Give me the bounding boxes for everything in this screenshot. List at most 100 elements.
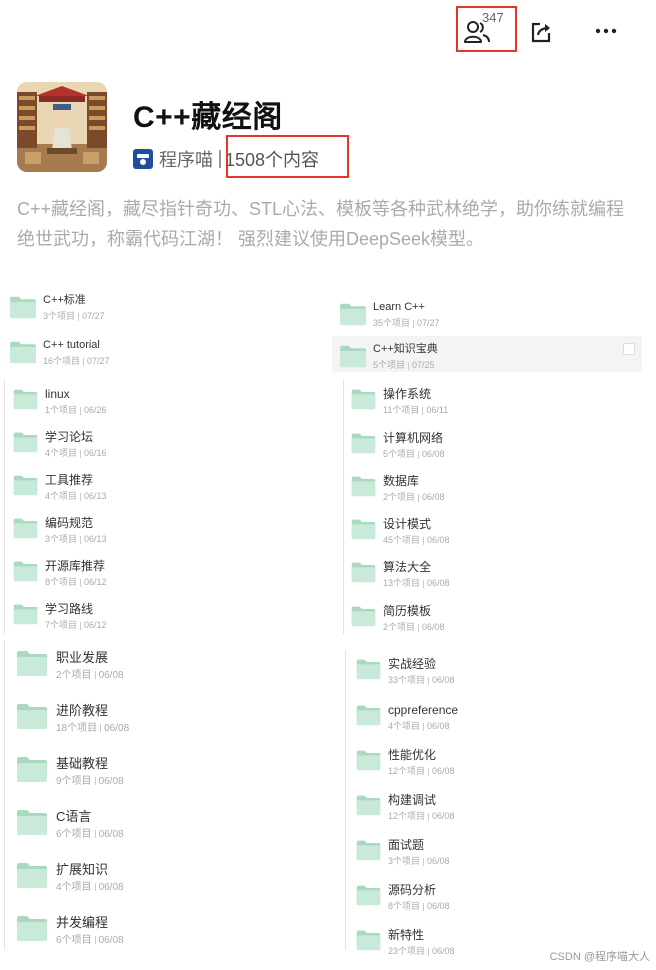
folder-text: C++知识宝典 5个项目 07/25 bbox=[373, 342, 438, 371]
column-divider bbox=[4, 640, 5, 950]
collection-description: C++藏经阁，藏尽指针奇功、STL心法、模板等各种武林绝学，助你练就编程绝世武功… bbox=[17, 199, 625, 249]
more-button[interactable] bbox=[591, 20, 621, 42]
folder-item[interactable]: linux 1个项目 06/26 bbox=[13, 387, 107, 416]
folder-item[interactable]: 数据库 2个项目 06/08 bbox=[351, 474, 445, 503]
folder-text: 构建调试 12个项目 06/08 bbox=[388, 793, 455, 822]
folder-icon bbox=[356, 659, 381, 680]
folder-meta: 12个项目 06/08 bbox=[388, 765, 455, 777]
folder-item[interactable]: 设计模式 45个项目 06/08 bbox=[351, 517, 450, 546]
folder-name: 基础教程 bbox=[56, 756, 109, 771]
folder-item[interactable]: C++ tutorial 16个项目 07/27 bbox=[9, 338, 110, 367]
folder-icon bbox=[17, 916, 47, 941]
folder-text: C语言 6个项目 06/08 bbox=[56, 808, 124, 841]
folder-icon bbox=[356, 840, 381, 861]
more-icon bbox=[595, 28, 617, 34]
folder-date: 06/08 bbox=[422, 622, 445, 632]
folder-item-count: 6个项目 bbox=[56, 829, 92, 840]
folder-date: 06/13 bbox=[84, 534, 107, 544]
folder-text: 职业发展 2个项目 06/08 bbox=[56, 649, 124, 682]
folder-item[interactable]: 源码分析 8个项目 06/08 bbox=[356, 883, 450, 912]
folder-item[interactable]: 面试题 3个项目 06/08 bbox=[356, 838, 450, 867]
folder-item[interactable]: 新特性 23个项目 06/08 bbox=[356, 928, 455, 957]
folder-date: 06/08 bbox=[422, 449, 445, 459]
folder-name: 学习论坛 bbox=[45, 430, 94, 444]
folder-text: Learn C++ 35个项目 07/27 bbox=[373, 300, 440, 329]
meta-separator bbox=[80, 535, 82, 544]
folder-item[interactable]: 基础教程 9个项目 06/08 bbox=[16, 755, 124, 788]
folder-text: cppreference 4个项目 06/08 bbox=[388, 703, 458, 732]
folder-item-count: 23个项目 bbox=[388, 946, 426, 956]
folder-item-count: 2个项目 bbox=[383, 492, 416, 502]
column-divider bbox=[343, 380, 344, 634]
folder-icon bbox=[340, 345, 366, 368]
folder-item[interactable]: 学习路线 7个项目 06/12 bbox=[13, 602, 107, 631]
folder-meta: 45个项目 06/08 bbox=[383, 534, 450, 546]
share-button[interactable] bbox=[527, 18, 555, 46]
folder-meta: 5个项目 06/08 bbox=[383, 448, 445, 460]
folder-name: 工具推荐 bbox=[45, 473, 94, 487]
folder-item-count: 4个项目 bbox=[56, 882, 92, 893]
folder-meta: 9个项目 06/08 bbox=[56, 775, 124, 788]
folder-text: 计算机网络 5个项目 06/08 bbox=[383, 431, 445, 460]
folder-name: 开源库推荐 bbox=[45, 559, 106, 573]
author-name[interactable]: 程序喵 bbox=[159, 146, 213, 172]
folder-name: C++ tutorial bbox=[43, 339, 100, 351]
folder-meta: 3个项目 06/13 bbox=[45, 533, 107, 545]
author-avatar[interactable] bbox=[133, 149, 153, 169]
folder-item[interactable]: 扩展知识 4个项目 06/08 bbox=[16, 861, 124, 894]
folder-item[interactable]: 职业发展 2个项目 06/08 bbox=[16, 649, 124, 682]
folder-item[interactable]: 进阶教程 18个项目 06/08 bbox=[16, 702, 129, 735]
folder-name: 设计模式 bbox=[383, 517, 432, 531]
folder-icon bbox=[351, 476, 376, 497]
folder-item[interactable]: 工具推荐 4个项目 06/13 bbox=[13, 473, 107, 502]
folder-meta: 23个项目 06/08 bbox=[388, 945, 455, 957]
folder-item[interactable]: 开源库推荐 8个项目 06/12 bbox=[13, 559, 107, 588]
folder-item[interactable]: Learn C++ 35个项目 07/27 bbox=[339, 300, 440, 329]
meta-separator bbox=[428, 947, 430, 956]
folder-item[interactable]: cppreference 4个项目 06/08 bbox=[356, 703, 458, 732]
folder-item[interactable]: C语言 6个项目 06/08 bbox=[16, 808, 124, 841]
folder-name: 学习路线 bbox=[45, 602, 94, 616]
meta-separator bbox=[80, 492, 82, 501]
folder-date: 06/08 bbox=[98, 670, 124, 681]
folder-meta: 11个项目 06/11 bbox=[383, 404, 448, 416]
folder-text: 学习路线 7个项目 06/12 bbox=[45, 602, 107, 631]
folder-name: 编码规范 bbox=[45, 516, 94, 530]
folder-text: 算法大全 13个项目 06/08 bbox=[383, 560, 450, 589]
meta-separator bbox=[80, 621, 82, 630]
folder-item[interactable]: 实战经验 33个项目 06/08 bbox=[356, 657, 455, 686]
folder-name: 面试题 bbox=[388, 838, 425, 852]
folder-meta: 16个项目 07/27 bbox=[43, 355, 110, 367]
meta-separator bbox=[423, 722, 425, 731]
folder-item[interactable]: 算法大全 13个项目 06/08 bbox=[351, 560, 450, 589]
folder-item[interactable]: 简历模板 2个项目 06/08 bbox=[351, 604, 445, 633]
folder-item-count: 4个项目 bbox=[388, 721, 421, 731]
folder-item-count: 3个项目 bbox=[388, 856, 421, 866]
folder-item[interactable]: 操作系统 11个项目 06/11 bbox=[351, 387, 448, 416]
folder-item[interactable]: 构建调试 12个项目 06/08 bbox=[356, 793, 455, 822]
folder-icon bbox=[356, 795, 381, 816]
folder-item-count: 3个项目 bbox=[43, 311, 76, 321]
folder-icon bbox=[13, 432, 38, 453]
meta-separator bbox=[94, 883, 96, 892]
meta-separator bbox=[423, 579, 425, 588]
folder-item[interactable]: 编码规范 3个项目 06/13 bbox=[13, 516, 107, 545]
folder-text: linux 1个项目 06/26 bbox=[45, 387, 107, 416]
folder-item[interactable]: C++标准 3个项目 07/27 bbox=[9, 293, 105, 322]
folder-meta: 1个项目 06/26 bbox=[45, 404, 107, 416]
folder-name: C语言 bbox=[56, 809, 92, 824]
folder-text: 数据库 2个项目 06/08 bbox=[383, 474, 445, 503]
folder-item[interactable]: 性能优化 12个项目 06/08 bbox=[356, 748, 455, 777]
folder-icon bbox=[351, 562, 376, 583]
folder-item[interactable]: 并发编程 6个项目 06/08 bbox=[16, 914, 124, 947]
select-checkbox[interactable] bbox=[623, 343, 635, 355]
folder-item[interactable]: C++知识宝典 5个项目 07/25 bbox=[339, 342, 438, 371]
folder-item[interactable]: 计算机网络 5个项目 06/08 bbox=[351, 431, 445, 460]
folder-meta: 8个项目 06/08 bbox=[388, 900, 450, 912]
folder-icon bbox=[356, 750, 381, 771]
folder-item-count: 7个项目 bbox=[45, 620, 78, 630]
folder-item[interactable]: 学习论坛 4个项目 06/16 bbox=[13, 430, 107, 459]
folder-date: 06/08 bbox=[427, 901, 450, 911]
meta-separator bbox=[422, 406, 424, 415]
folder-item-count: 33个项目 bbox=[388, 675, 426, 685]
